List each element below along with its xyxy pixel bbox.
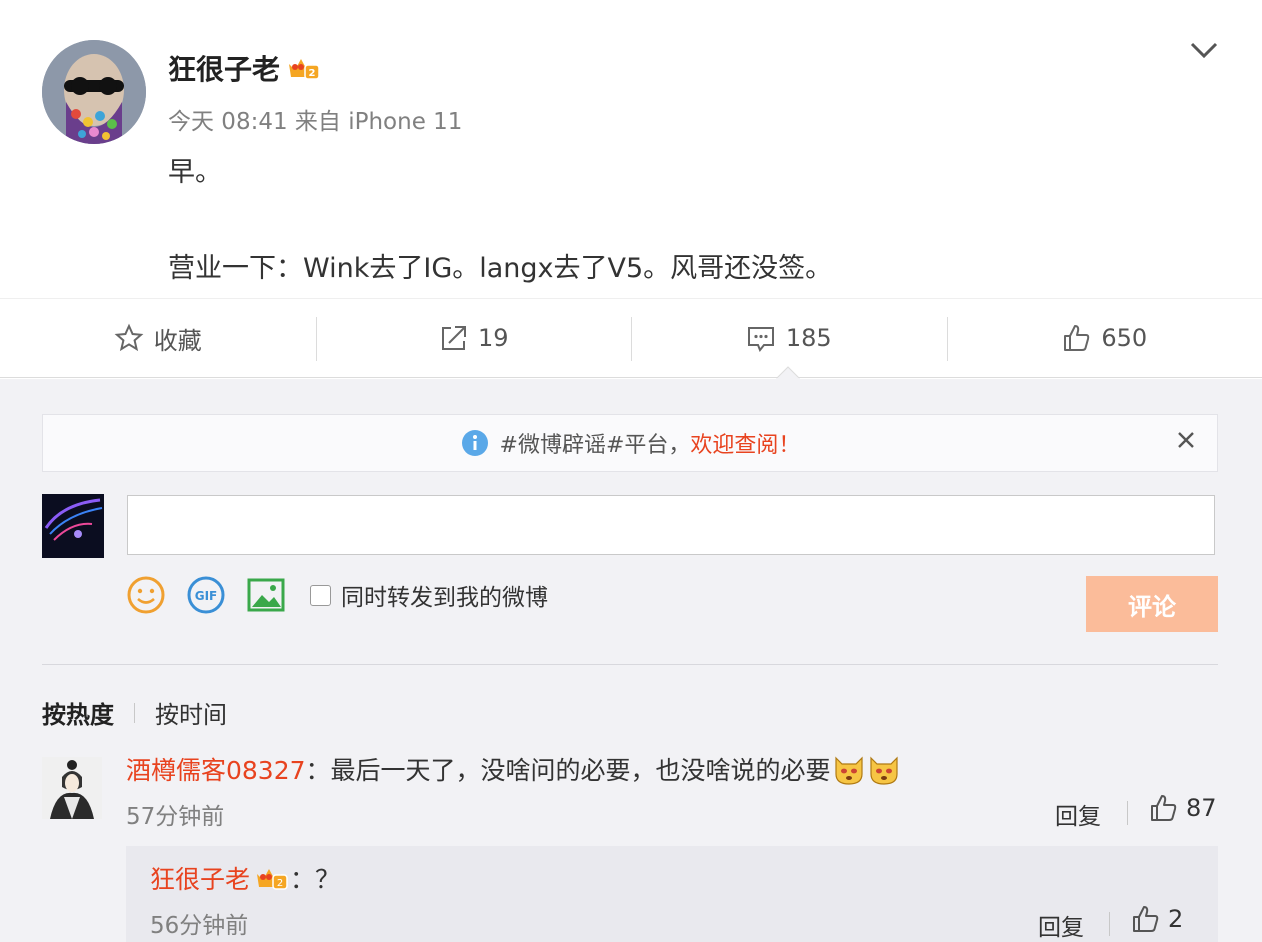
favorite-label: 收藏 (153, 326, 202, 355)
notice-highlight[interactable]: 欢迎查阅！ (690, 427, 800, 459)
sort-separator (134, 702, 135, 723)
comment-section: #微博辟谣#平台， 欢迎查阅！ GIF 同时转发到我的微博 评论 按热度 按时间… (0, 379, 1262, 942)
repost-label: 同时转发到我的微博 (341, 585, 548, 611)
sort-by-time-tab[interactable]: 按时间 (155, 695, 227, 730)
composer-toolbar: GIF 同时转发到我的微博 (126, 575, 548, 615)
comment-pointer-arrow (776, 366, 800, 379)
post-author[interactable]: 狂很子老 2 (168, 48, 322, 88)
star-icon (114, 323, 144, 352)
repost-button[interactable]: 19 (315, 299, 632, 377)
comment-sort-tabs: 按热度 按时间 (42, 695, 227, 730)
section-divider (42, 664, 1218, 665)
commenter-avatar[interactable] (42, 757, 102, 819)
reply-like-count: 2 (1168, 905, 1184, 933)
thumbs-up-icon (1151, 795, 1177, 821)
comment-like-count: 87 (1186, 794, 1217, 822)
doge-emoji-icon (834, 756, 863, 785)
vip-crown-icon: 2 (257, 869, 288, 890)
author-avatar[interactable] (42, 40, 146, 144)
comment-count: 185 (785, 324, 832, 352)
sort-by-hot-tab[interactable]: 按热度 (42, 695, 114, 730)
comment-icon (747, 327, 774, 352)
chevron-down-icon[interactable] (1188, 38, 1220, 62)
comment-input[interactable] (127, 495, 1215, 555)
current-user-avatar[interactable] (42, 494, 104, 558)
weibo-post: 狂很子老 2 今天 08:41 来自 iPhone 11 早。 营业一下：Win… (0, 0, 1262, 300)
reply-time: 56分钟前 (150, 913, 249, 939)
post-action-bar: 收藏 19 185 650 (0, 298, 1262, 378)
comment-content: 酒樽儒客08327 ：最后一天了，没啥问的必要，也没啥说的必要 (126, 751, 901, 787)
commenter-name[interactable]: 酒樽儒客08327 (126, 751, 306, 787)
emoji-icon[interactable] (126, 575, 166, 615)
repost-checkbox[interactable] (310, 584, 331, 606)
comment-action-separator (1127, 801, 1128, 825)
share-icon (441, 326, 466, 350)
comment-text: ：最后一天了，没啥问的必要，也没啥说的必要 (305, 756, 831, 785)
post-meta: 今天 08:41 来自 iPhone 11 (168, 109, 463, 135)
post-line-1: 早。 (168, 157, 222, 188)
rumor-notice-banner: #微博辟谣#平台， 欢迎查阅！ (42, 414, 1218, 472)
post-line-2: 营业一下：Wink去了IG。langx去了V5。风哥还没签。 (168, 253, 833, 284)
thumbs-up-icon (1064, 325, 1090, 351)
doge-emoji-icon (869, 756, 898, 785)
submit-comment-button[interactable]: 评论 (1086, 576, 1218, 632)
post-author-name[interactable]: 狂很子老 (168, 48, 280, 88)
reply-content: 狂很子老 2 ：？ (150, 860, 340, 896)
info-icon (461, 430, 488, 456)
reply-action-separator (1109, 912, 1110, 936)
favorite-button[interactable]: 收藏 (0, 299, 316, 377)
svg-text:GIF: GIF (195, 589, 218, 603)
thumbs-up-icon (1133, 906, 1159, 932)
svg-text:2: 2 (309, 68, 316, 79)
like-count: 650 (1101, 324, 1148, 352)
vip-crown-icon: 2 (289, 59, 320, 80)
nested-reply: 狂很子老 2 ：？ 56分钟前 回复 2 (126, 846, 1218, 942)
reply-text: ：？ (290, 865, 341, 894)
svg-text:2: 2 (277, 878, 283, 889)
gif-icon[interactable]: GIF (186, 575, 226, 615)
repost-count: 19 (477, 324, 509, 352)
post-body: 早。 营业一下：Wink去了IG。langx去了V5。风哥还没签。 (168, 150, 832, 285)
close-icon[interactable] (1175, 429, 1197, 451)
comment-time: 57分钟前 (126, 804, 225, 830)
repost-to-my-weibo-option[interactable]: 同时转发到我的微博 (310, 578, 548, 612)
reply-reply-button[interactable]: 回复 (1038, 908, 1084, 942)
reply-author-name[interactable]: 狂很子老 (150, 860, 250, 896)
like-button[interactable]: 650 (946, 299, 1262, 377)
reply-like-button[interactable]: 2 (1130, 904, 1183, 934)
comment-like-button[interactable]: 87 (1148, 793, 1217, 823)
notice-text[interactable]: #微博辟谣#平台， (500, 427, 691, 459)
comment-reply-button[interactable]: 回复 (1055, 797, 1101, 831)
image-icon[interactable] (246, 575, 286, 615)
